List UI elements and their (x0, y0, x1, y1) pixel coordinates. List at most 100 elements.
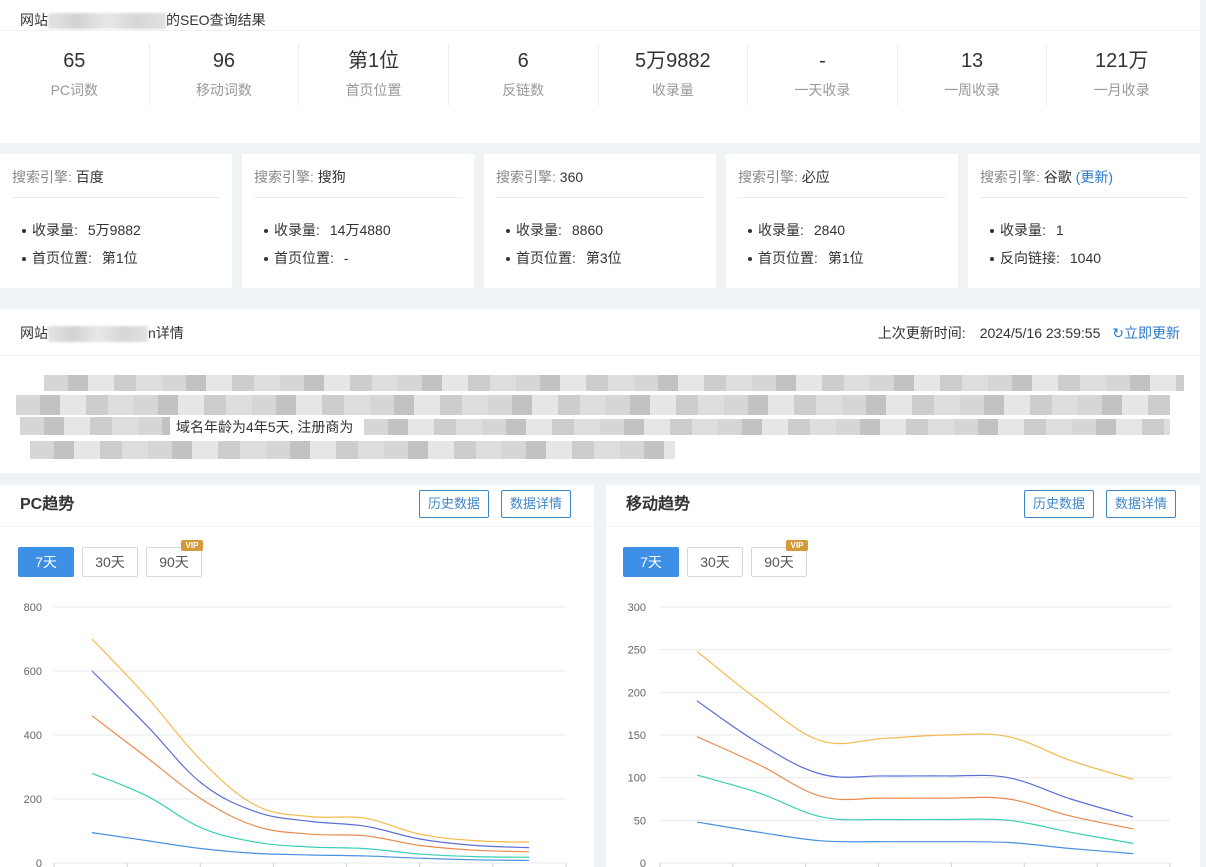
stat-month-indexed: 121万 一月收录 (1047, 44, 1196, 106)
period-90d-button[interactable]: 90天 VIP (751, 540, 808, 577)
stat-day-indexed: - 一天收录 (748, 44, 898, 106)
blurred-domain (48, 13, 166, 30)
history-data-button[interactable]: 历史数据 (1024, 490, 1095, 518)
bullet-icon (748, 257, 752, 262)
period-30d-button[interactable]: 30天 (687, 547, 743, 577)
trend-header: 移动趋势 历史数据 数据详情 (606, 485, 1200, 527)
y-tick-label: 800 (24, 602, 42, 614)
period-label: 90天 (764, 554, 794, 570)
engine-name: 搜狗 (317, 169, 346, 185)
engine-card-bing: 搜索引擎: 必应 收录量: 2840 首页位置: 第1位 (726, 154, 958, 288)
row-value: 14万4880 (329, 222, 391, 238)
history-data-button[interactable]: 历史数据 (419, 490, 490, 518)
stat-value: 5万9882 (635, 50, 711, 72)
period-90d-button[interactable]: 90天 VIP (146, 540, 203, 577)
y-tick-label: 400 (24, 730, 42, 742)
engine-card-baidu: 搜索引擎: 百度 收录量: 5万9882 首页位置: 第1位 (0, 154, 232, 288)
engine-row: 收录量: 14万4880 (264, 220, 391, 240)
row-key: 收录量: (758, 222, 804, 238)
stat-value: 65 (63, 50, 86, 72)
row-key: 首页位置: (274, 250, 334, 266)
update-label: 上次更新时间: (877, 325, 966, 341)
y-tick-label: 200 (24, 794, 42, 806)
row-value: 5万9882 (87, 222, 141, 238)
stats-row: 65 PC词数 96 移动词数 第1位 首页位置 6 反链数 5万9882 收录量 - 一天… (0, 44, 1196, 106)
period-7d-button[interactable]: 7天 (623, 547, 679, 577)
engine-key: 搜索引擎: (254, 169, 314, 185)
summary-title-prefix: 网站 (20, 12, 48, 28)
y-tick-label: 300 (628, 602, 646, 614)
site-detail-panel: 网站 n详情 上次更新时间: 2024/5/16 23:59:55 ↻立即更新 域名… (0, 309, 1200, 473)
blurred-domain (48, 326, 148, 343)
row-value: 第1位 (827, 250, 864, 266)
search-engine-cards: 搜索引擎: 百度 收录量: 5万9882 首页位置: 第1位 搜索引擎: 搜狗 收录… (0, 154, 1200, 288)
bullet-icon (748, 229, 752, 234)
y-tick-label: 0 (640, 858, 646, 867)
trend-title: PC趋势 (20, 496, 75, 513)
bullet-icon (22, 257, 26, 262)
refresh-now-button[interactable]: ↻立即更新 (1112, 325, 1180, 341)
detail-title: 网站 n详情 (20, 323, 184, 343)
seo-summary-panel: 网站 的SEO查询结果 65 PC词数 96 移动词数 第1位 首页位置 6 反链数 5万… (0, 0, 1200, 143)
period-7d-button[interactable]: 7天 (18, 547, 74, 577)
bullet-icon (506, 257, 510, 262)
bullet-icon (990, 229, 994, 234)
y-tick-label: 150 (628, 730, 646, 742)
blurred-text-line (16, 395, 1170, 415)
engine-header: 搜索引擎: 搜狗 (254, 166, 462, 198)
row-key: 收录量: (1000, 222, 1046, 238)
row-value: 1 (1055, 222, 1064, 238)
engine-card-sogou: 搜索引擎: 搜狗 收录量: 14万4880 首页位置: - (242, 154, 474, 288)
stat-pc-words: 65 PC词数 (0, 44, 150, 106)
bullet-icon (990, 257, 994, 262)
vip-badge-icon: VIP (181, 540, 203, 551)
google-update-link[interactable]: (更新) (1076, 169, 1113, 185)
engine-card-google: 搜索引擎: 谷歌 (更新) 收录量: 1 反向链接: 1040 (968, 154, 1200, 288)
bullet-icon (264, 229, 268, 234)
engine-card-360: 搜索引擎: 360 收录量: 8860 首页位置: 第3位 (484, 154, 716, 288)
y-tick-label: 200 (628, 687, 646, 699)
y-tick-label: 100 (628, 773, 646, 785)
engine-key: 搜索引擎: (496, 169, 556, 185)
period-30d-button[interactable]: 30天 (82, 547, 138, 577)
engine-header: 搜索引擎: 百度 (12, 166, 220, 198)
engine-row: 收录量: 8860 (506, 220, 603, 240)
engine-header: 搜索引擎: 谷歌 (更新) (980, 166, 1188, 198)
row-value: 第3位 (585, 250, 622, 266)
engine-row: 首页位置: 第1位 (748, 248, 864, 268)
blurred-text-line (364, 419, 1170, 435)
bullet-icon (506, 229, 510, 234)
stat-label: 反链数 (502, 82, 545, 98)
row-key: 收录量: (516, 222, 562, 238)
blurred-text-line (44, 375, 1184, 391)
row-key: 首页位置: (32, 250, 92, 266)
mobile-trend-panel: 移动趋势 历史数据 数据详情 7天 30天 90天 VIP 0 50 100 150 20… (606, 485, 1200, 867)
stat-home-position: 第1位 首页位置 (299, 44, 449, 106)
row-key: 收录量: (274, 222, 320, 238)
row-value: 2840 (813, 222, 846, 238)
vip-badge-icon: VIP (786, 540, 808, 551)
stat-value: 6 (517, 50, 529, 72)
row-key: 首页位置: (516, 250, 576, 266)
summary-title-suffix: 的SEO查询结果 (166, 12, 266, 28)
series-line (696, 650, 1134, 780)
stat-value: 13 (960, 50, 984, 72)
stat-value: 第1位 (348, 50, 400, 72)
blurred-text-line (30, 441, 675, 459)
row-value: 1040 (1069, 250, 1102, 266)
engine-key: 搜索引擎: (12, 169, 72, 185)
row-value: 第1位 (101, 250, 138, 266)
blurred-text-line (20, 417, 170, 435)
stat-indexed: 5万9882 收录量 (599, 44, 749, 106)
divider (0, 355, 1200, 356)
y-tick-label: 250 (628, 645, 646, 657)
stat-week-indexed: 13 一周收录 (898, 44, 1048, 106)
engine-row: 首页位置: 第1位 (22, 248, 138, 268)
engine-row: 首页位置: - (264, 248, 349, 268)
engine-header: 搜索引擎: 360 (496, 166, 704, 198)
row-key: 反向链接: (1000, 250, 1060, 266)
stat-backlinks: 6 反链数 (449, 44, 599, 106)
data-detail-button[interactable]: 数据详情 (1106, 490, 1177, 518)
stat-label: 一月收录 (1093, 82, 1150, 98)
data-detail-button[interactable]: 数据详情 (501, 490, 572, 518)
